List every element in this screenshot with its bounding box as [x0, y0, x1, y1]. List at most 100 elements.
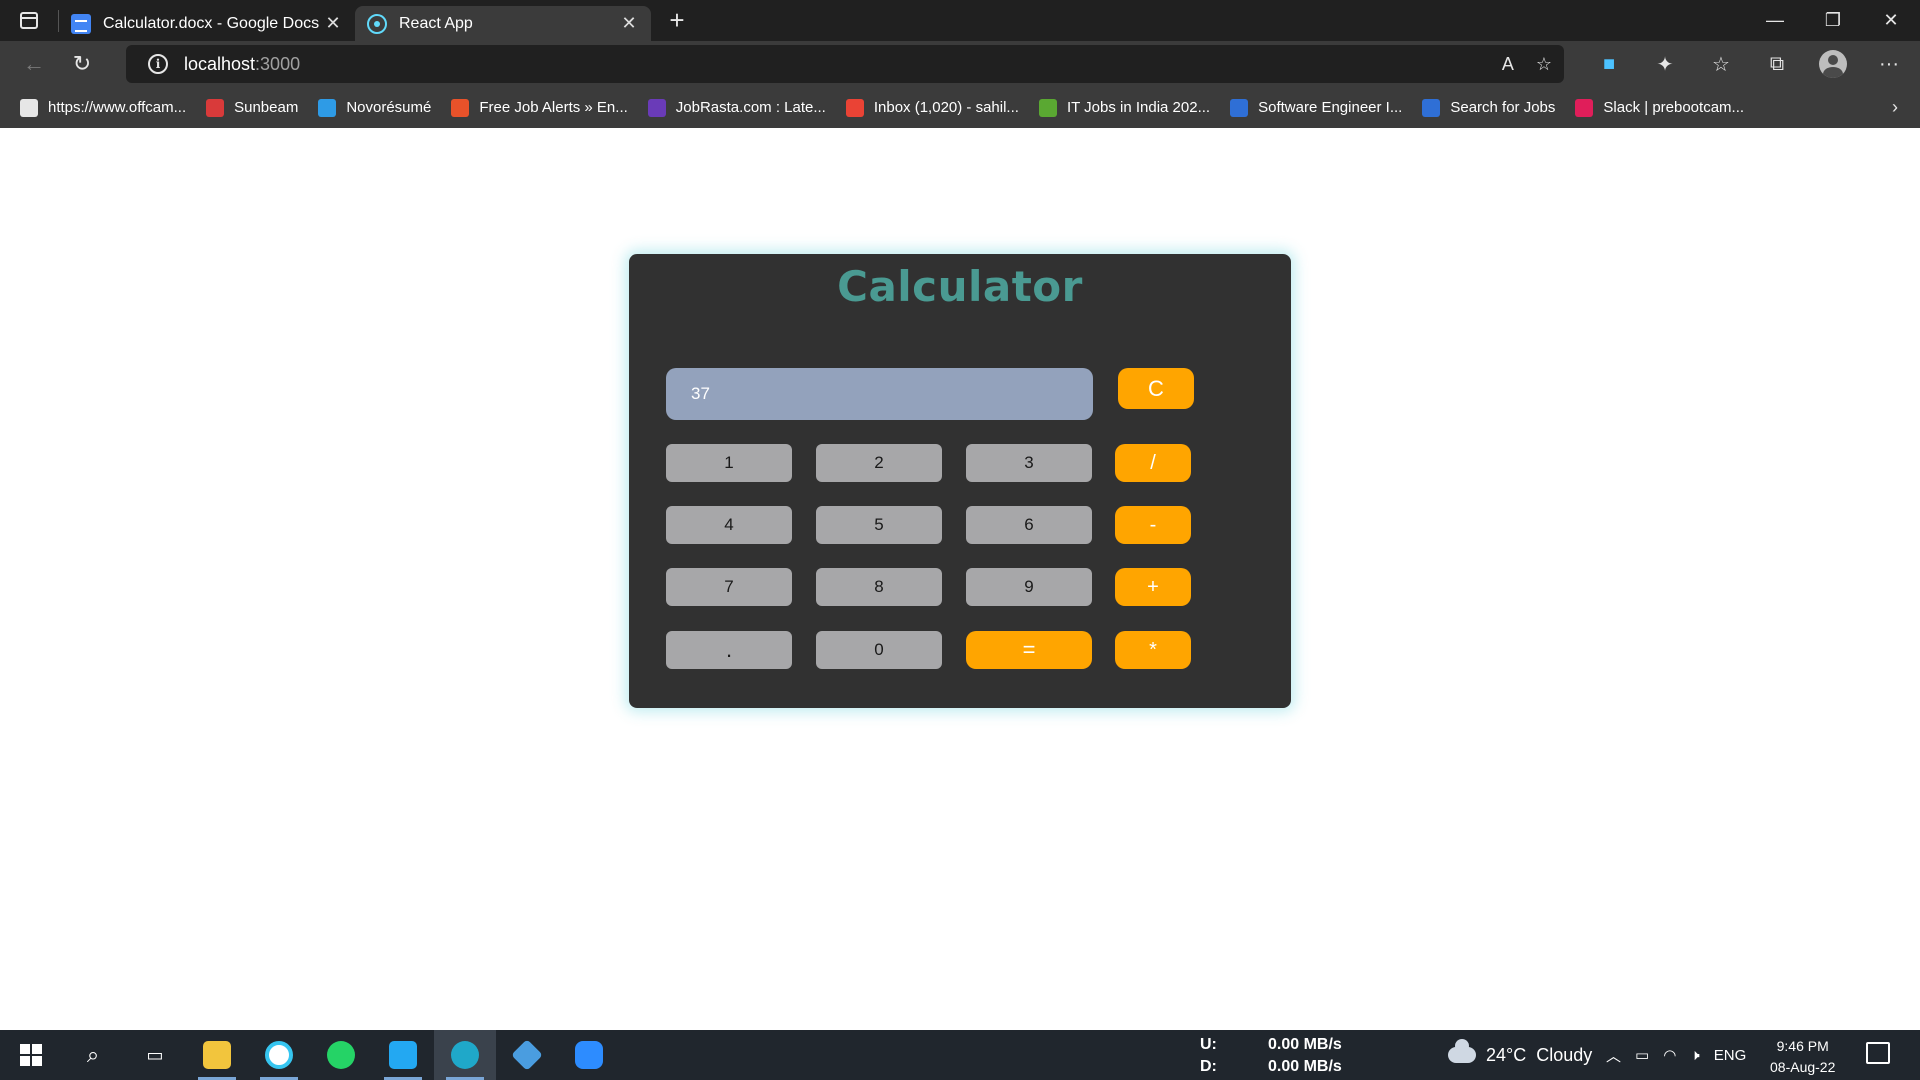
tab-close-icon[interactable]: ✕ — [323, 13, 343, 34]
favorite-icon — [451, 98, 470, 117]
download-label: D: — [1200, 1058, 1217, 1075]
favorite-icon — [1422, 98, 1441, 117]
zoom-button[interactable] — [558, 1030, 620, 1080]
favorite-item[interactable]: Inbox (1,020) - sahil... — [845, 98, 1019, 117]
extensions-puzzle-icon[interactable]: ✦ — [1646, 45, 1684, 83]
calculator-display[interactable]: 37 — [666, 368, 1093, 420]
favorite-item[interactable]: Software Engineer I... — [1230, 98, 1402, 117]
window-controls: — ❐ ✕ — [1746, 0, 1920, 41]
vscode-icon — [389, 1041, 417, 1069]
favorite-icon — [318, 98, 337, 117]
key-0-button[interactable]: 0 — [816, 631, 942, 669]
git-button[interactable] — [496, 1030, 558, 1080]
favorite-item[interactable]: Free Job Alerts » En... — [451, 98, 628, 117]
add-button[interactable]: + — [1115, 568, 1191, 606]
favorite-item[interactable]: IT Jobs in India 202... — [1038, 98, 1210, 117]
browser-tab-bar: Calculator.docx - Google Docs ✕ React Ap… — [0, 0, 1920, 41]
favorite-icon — [20, 98, 38, 117]
favorite-label: Search for Jobs — [1450, 99, 1556, 116]
slack-button[interactable] — [248, 1030, 310, 1080]
favorite-item[interactable]: Search for Jobs — [1422, 98, 1556, 117]
favorites-more-chevron-icon[interactable]: › — [1892, 97, 1898, 118]
weather-text: 24°C Cloudy — [1486, 1044, 1593, 1065]
read-aloud-icon[interactable]: A — [1502, 54, 1514, 75]
whatsapp-button[interactable] — [310, 1030, 372, 1080]
git-icon — [511, 1039, 543, 1071]
cloud-icon — [1448, 1039, 1476, 1063]
favorite-item[interactable]: Slack | prebootcam... — [1575, 98, 1745, 117]
key-1-button[interactable]: 1 — [666, 444, 792, 482]
more-menu-icon[interactable]: ··· — [1870, 45, 1908, 83]
extension-icon[interactable]: ■ — [1590, 45, 1628, 83]
collections-icon[interactable]: ⧉ — [1758, 45, 1796, 83]
refresh-button[interactable]: ↻ — [60, 44, 104, 84]
address-bar[interactable]: i localhost:3000 A ☆ — [126, 45, 1564, 83]
key-4-button[interactable]: 4 — [666, 506, 792, 544]
favorite-label: Sunbeam — [234, 99, 299, 116]
favorite-label: https://www.offcam... — [48, 99, 187, 116]
add-favorite-icon[interactable]: ☆ — [1536, 54, 1552, 75]
decimal-button[interactable]: . — [666, 631, 792, 669]
vscode-button[interactable] — [372, 1030, 434, 1080]
search-icon: ⌕ — [86, 1042, 100, 1067]
favorite-item[interactable]: Sunbeam — [206, 98, 299, 117]
key-8-button[interactable]: 8 — [816, 568, 942, 606]
toolbar-actions: ■ ✦ ☆ ⧉ ··· — [1590, 41, 1908, 87]
chevron-up-icon[interactable]: ︿ — [1606, 1045, 1621, 1066]
start-button[interactable] — [0, 1030, 62, 1080]
upload-value: 0.00 MB/s — [1268, 1036, 1342, 1053]
favorite-item[interactable]: JobRasta.com : Late... — [647, 98, 826, 117]
battery-icon[interactable]: ▭ — [1635, 1046, 1649, 1064]
clear-button[interactable]: C — [1118, 368, 1194, 409]
page-content: Calculator 37 C 1 2 3 / 4 5 6 - 7 8 9 + … — [0, 128, 1920, 1030]
tab-label: Calculator.docx - Google Docs — [103, 14, 320, 32]
notifications-icon[interactable] — [1866, 1042, 1890, 1064]
back-button[interactable]: ← — [12, 44, 56, 84]
language-indicator[interactable]: ENG — [1714, 1047, 1747, 1064]
tab-close-icon[interactable]: ✕ — [619, 13, 639, 34]
key-7-button[interactable]: 7 — [666, 568, 792, 606]
network-speed-widget: U: 0.00 MB/s D: 0.00 MB/s — [1200, 1034, 1342, 1078]
task-view-button[interactable]: ▭ — [124, 1030, 186, 1080]
restore-button[interactable]: ❐ — [1804, 0, 1862, 41]
favorites-icon[interactable]: ☆ — [1702, 45, 1740, 83]
search-button[interactable]: ⌕ — [62, 1030, 124, 1080]
file-explorer-icon — [203, 1041, 231, 1069]
profile-button[interactable] — [1814, 45, 1852, 83]
favorite-label: JobRasta.com : Late... — [675, 99, 826, 116]
favorite-icon — [1575, 98, 1594, 117]
favorite-label: Novorésumé — [346, 99, 432, 116]
tab-actions-button[interactable] — [0, 0, 58, 41]
key-6-button[interactable]: 6 — [966, 506, 1092, 544]
equals-button[interactable]: = — [966, 631, 1092, 669]
volume-icon[interactable]: 🕨 — [1690, 1047, 1699, 1064]
windows-taskbar: ⌕ ▭ U: 0.00 MB/s D: 0.00 MB/s 24°C Cloudy … — [0, 1030, 1920, 1080]
favorite-label: Slack | prebootcam... — [1603, 99, 1745, 116]
divide-button[interactable]: / — [1115, 444, 1191, 482]
site-info-icon[interactable]: i — [148, 54, 168, 74]
new-tab-button[interactable]: + — [657, 5, 697, 36]
favorite-icon — [845, 98, 864, 117]
subtract-button[interactable]: - — [1115, 506, 1191, 544]
key-5-button[interactable]: 5 — [816, 506, 942, 544]
key-9-button[interactable]: 9 — [966, 568, 1092, 606]
tab-react-app[interactable]: React App ✕ — [355, 6, 651, 41]
windows-logo-icon — [20, 1044, 42, 1066]
download-value: 0.00 MB/s — [1268, 1058, 1342, 1075]
wifi-icon[interactable]: ◠ — [1663, 1046, 1676, 1064]
key-2-button[interactable]: 2 — [816, 444, 942, 482]
favorite-item[interactable]: Novorésumé — [318, 98, 432, 117]
close-window-button[interactable]: ✕ — [1862, 0, 1920, 41]
favorite-icon — [647, 98, 666, 117]
avatar-icon — [1819, 50, 1847, 78]
weather-widget[interactable]: 24°C Cloudy — [1448, 1030, 1592, 1080]
zoom-icon — [575, 1041, 603, 1069]
minimize-button[interactable]: — — [1746, 0, 1804, 41]
key-3-button[interactable]: 3 — [966, 444, 1092, 482]
tab-google-docs[interactable]: Calculator.docx - Google Docs ✕ — [59, 6, 355, 41]
favorite-item[interactable]: https://www.offcam... — [20, 98, 187, 117]
edge-button[interactable] — [434, 1030, 496, 1080]
system-clock[interactable]: 9:46 PM 08-Aug-22 — [1770, 1036, 1835, 1078]
file-explorer-button[interactable] — [186, 1030, 248, 1080]
multiply-button[interactable]: * — [1115, 631, 1191, 669]
